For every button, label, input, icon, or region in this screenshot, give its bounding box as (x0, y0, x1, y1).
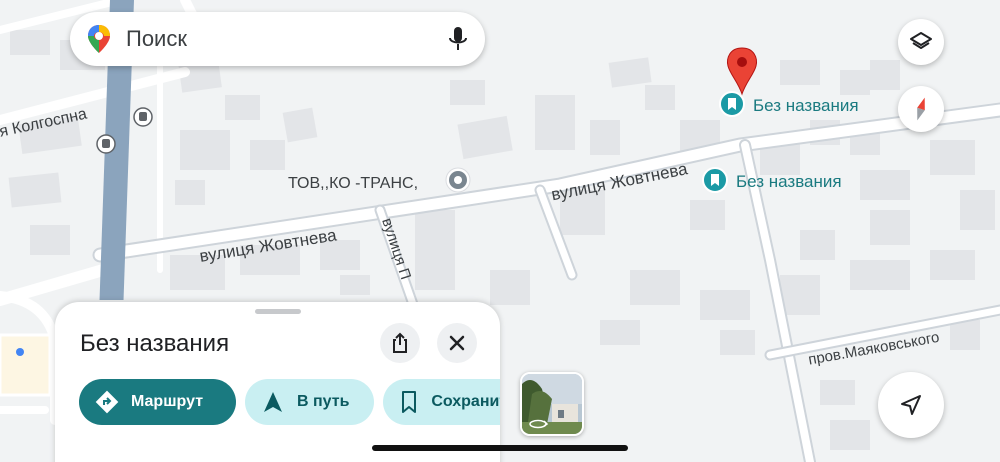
navigation-icon (261, 390, 285, 414)
save-button[interactable]: Сохранить (383, 379, 500, 425)
street-view-thumbnail[interactable] (520, 372, 584, 436)
compass-icon (917, 97, 925, 121)
street-view-photo (522, 374, 582, 434)
place-label-unnamed-1: Без названия (753, 96, 859, 115)
place-bottom-sheet: Без названия Маршрут В путь Сохрани (55, 302, 500, 462)
place-label-company: ТОВ,,КО -ТРАНС, (288, 175, 418, 192)
save-label: Сохранить (431, 393, 500, 410)
home-indicator[interactable] (372, 445, 628, 451)
route-label: Маршрут (131, 393, 204, 410)
layers-icon (910, 32, 932, 49)
search-bar[interactable]: Поиск (70, 12, 485, 66)
directions-icon (95, 390, 119, 414)
layers-button[interactable] (898, 19, 944, 65)
my-location-button[interactable] (878, 372, 944, 438)
bus-stop-icon (133, 107, 153, 127)
start-navigation-button[interactable]: В путь (245, 379, 374, 425)
compass-button[interactable] (898, 86, 944, 132)
go-label: В путь (297, 393, 350, 410)
poi-marker-icon (445, 167, 471, 193)
close-icon (449, 335, 465, 351)
map-marker-dot (16, 348, 24, 356)
share-button[interactable] (380, 323, 420, 363)
saved-place-icon (719, 91, 745, 117)
bookmark-icon (399, 390, 419, 414)
bus-stop-icon (96, 134, 116, 154)
share-icon (393, 332, 407, 353)
close-button[interactable] (437, 323, 477, 363)
place-title: Без названия (80, 330, 230, 357)
place-label-unnamed-2: Без названия (736, 172, 842, 191)
sheet-drag-handle[interactable] (255, 309, 301, 314)
saved-place-icon (702, 167, 728, 193)
google-maps-pin-icon (88, 25, 110, 53)
navigation-arrow-icon (901, 395, 921, 415)
search-input[interactable]: Поиск (126, 26, 445, 52)
microphone-icon[interactable] (445, 24, 471, 54)
route-button[interactable]: Маршрут (79, 379, 236, 425)
